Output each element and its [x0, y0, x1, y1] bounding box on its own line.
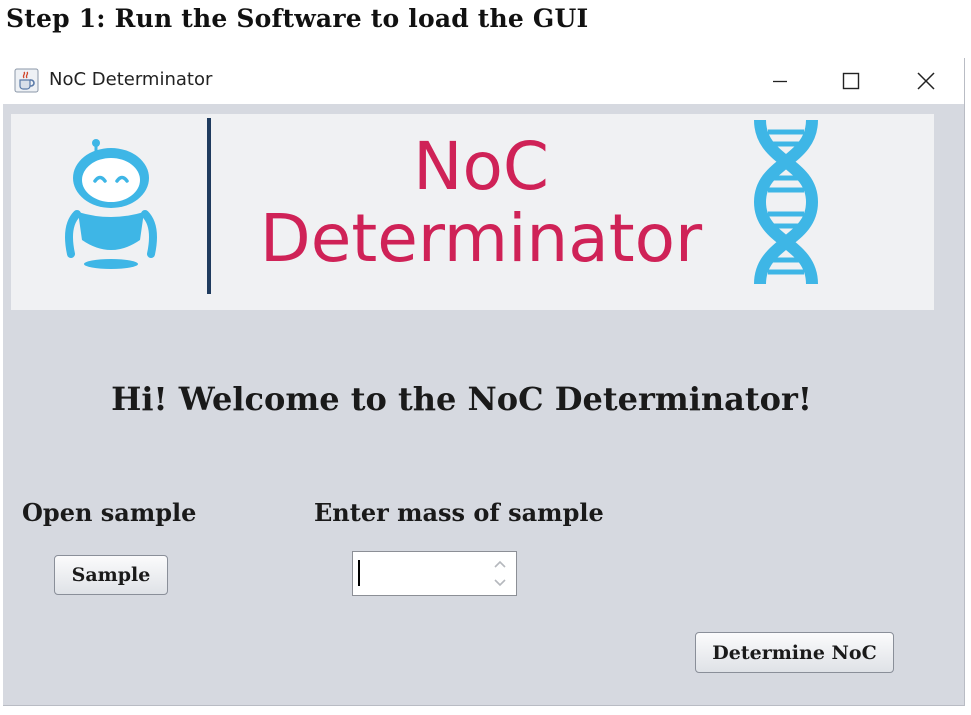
minimize-icon: [773, 80, 787, 83]
open-sample-label: Open sample: [22, 498, 197, 527]
title-bar[interactable]: NoC Determinator: [3, 58, 964, 104]
app-window: NoC Determinator NoC Determinator Hi! We…: [3, 58, 965, 706]
close-icon: [917, 72, 935, 90]
maximize-icon: [842, 72, 860, 90]
chevron-up-icon: [494, 560, 506, 568]
minimize-button[interactable]: [754, 58, 806, 104]
welcome-heading: Hi! Welcome to the NoC Determinator!: [111, 380, 812, 418]
robot-icon: [65, 139, 157, 269]
determine-noc-button[interactable]: Determine NoC: [695, 632, 894, 673]
spin-up-button[interactable]: [488, 555, 512, 573]
text-caret: [358, 560, 360, 586]
mass-spinner: [352, 551, 517, 596]
java-app-icon: [14, 68, 39, 93]
dna-icon: [753, 119, 819, 285]
banner-title-line1: NoC: [413, 128, 549, 205]
mass-label: Enter mass of sample: [314, 498, 604, 527]
spin-down-button[interactable]: [488, 574, 512, 592]
window-title: NoC Determinator: [49, 69, 213, 90]
mass-input[interactable]: [355, 554, 481, 592]
banner-title-line2: Determinator: [259, 200, 703, 277]
close-button[interactable]: [900, 58, 952, 104]
banner: NoC Determinator: [11, 114, 934, 310]
chevron-down-icon: [494, 579, 506, 587]
maximize-button[interactable]: [825, 58, 877, 104]
doc-heading: Step 1: Run the Software to load the GUI: [6, 4, 589, 33]
sample-button[interactable]: Sample: [54, 555, 168, 595]
